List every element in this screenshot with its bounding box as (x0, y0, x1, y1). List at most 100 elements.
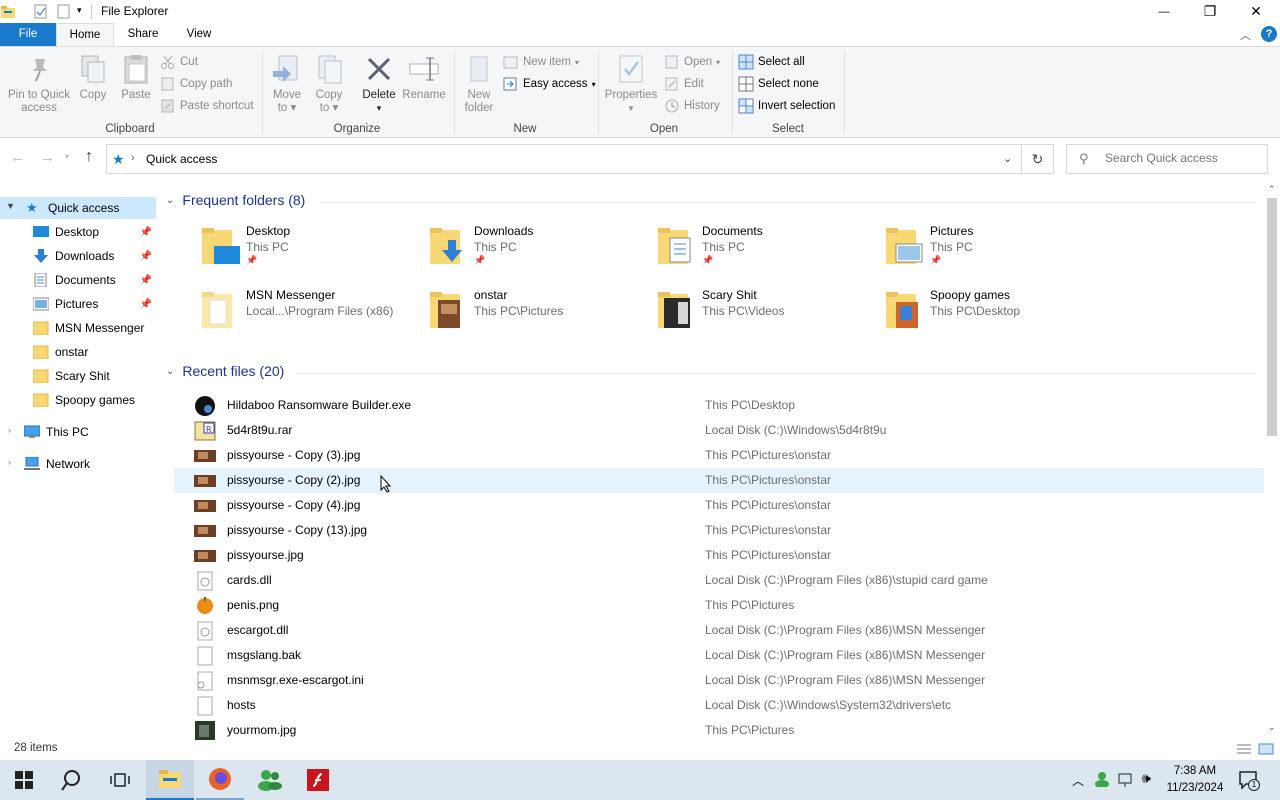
scroll-down-icon[interactable]: ⌄ (1268, 722, 1276, 733)
taskbar-file-explorer[interactable] (146, 760, 194, 800)
recent-file-row[interactable]: pissyourse - Copy (4).jpg This PC\Pictur… (174, 493, 1264, 518)
recent-locations-chevron-icon[interactable]: ▾ (65, 152, 69, 161)
minimize-button[interactable]: — (1141, 0, 1187, 23)
sidebar-item-msn-messenger[interactable]: MSN Messenger (0, 317, 156, 339)
new-folder-qat-icon[interactable] (57, 4, 71, 19)
move-to-button[interactable]: Move to ▾ (268, 53, 306, 115)
address-bar[interactable]: ★ › Quick access ⌄ (106, 144, 1022, 174)
sidebar-item-pictures[interactable]: Pictures 📌 (0, 293, 156, 315)
qat-dropdown-icon[interactable]: ▾ (77, 5, 82, 16)
paste-shortcut-button[interactable]: Paste shortcut (160, 97, 254, 115)
sidebar-item-scary-shit[interactable]: Scary Shit (0, 365, 156, 387)
recent-file-row[interactable]: hosts Local Disk (C:)\Windows\System32\d… (174, 693, 1264, 718)
select-none-button[interactable]: Select none (738, 75, 819, 93)
help-button[interactable]: ? (1261, 26, 1277, 42)
recent-file-row[interactable]: pissyourse - Copy (2).jpg This PC\Pictur… (174, 468, 1264, 493)
frequent-folders-header[interactable]: ⌄ Frequent folders (8) (166, 192, 305, 208)
png-icon (194, 596, 216, 616)
new-item-button[interactable]: New item ▾ (503, 53, 579, 71)
sidebar-item-network[interactable]: › Network (0, 453, 156, 475)
folder-tile-onstar[interactable]: onstar This PC\Pictures (428, 288, 648, 344)
properties-qat-icon[interactable] (34, 4, 48, 19)
folder-tile-documents[interactable]: Documents This PC 📌 (656, 224, 876, 280)
restore-button[interactable]: ❐ (1187, 0, 1233, 23)
scrollbar-thumb[interactable] (1267, 198, 1277, 436)
collapse-ribbon-icon[interactable]: ︿ (1240, 27, 1251, 43)
close-button[interactable]: ✕ (1233, 0, 1279, 23)
history-button[interactable]: History (664, 97, 720, 115)
back-arrow-icon[interactable]: ← (10, 149, 25, 166)
copy-path-button[interactable]: Copy path (160, 75, 232, 93)
cut-button[interactable]: Cut (160, 53, 198, 71)
taskbar-firefox[interactable] (196, 760, 244, 800)
up-arrow-icon[interactable]: ↑ (85, 148, 93, 166)
invert-selection-button[interactable]: Invert selection (738, 97, 835, 115)
tab-share[interactable]: Share (116, 23, 170, 46)
clock[interactable]: 7:38 AM 11/23/2024 (1164, 763, 1226, 797)
search-taskbar-button[interactable] (48, 760, 96, 800)
recent-file-row[interactable]: pissyourse - Copy (13).jpg This PC\Pictu… (174, 518, 1264, 543)
sidebar-item-quick-access[interactable]: ▼ ★ Quick access (0, 197, 156, 219)
select-all-button[interactable]: Select all (738, 53, 805, 71)
file-path: Local Disk (C:)\Windows\System32\drivers… (705, 698, 952, 712)
network-tray-icon[interactable] (1118, 772, 1136, 791)
pin-to-quick-access-button[interactable]: Pin to Quick access (4, 53, 74, 115)
edit-button[interactable]: Edit (664, 75, 704, 93)
refresh-button[interactable]: ↻ (1022, 144, 1054, 174)
volume-tray-icon[interactable]: 🕪 (1142, 770, 1151, 787)
show-hidden-icons-chevron[interactable]: ︿ (1072, 772, 1084, 789)
recent-file-row[interactable]: pissyourse - Copy (3).jpg This PC\Pictur… (174, 443, 1264, 468)
delete-button[interactable]: Delete ▾ (358, 53, 400, 115)
sidebar-item-downloads[interactable]: Downloads 📌 (0, 245, 156, 267)
easy-access-button[interactable]: Easy access ▾ (503, 75, 596, 93)
recent-file-row[interactable]: penis.png This PC\Pictures (174, 593, 1264, 618)
taskbar-msn-messenger[interactable] (246, 760, 294, 800)
scroll-up-icon[interactable]: ⌃ (1268, 184, 1276, 195)
recent-file-row[interactable]: msnmsgr.exe-escargot.ini Local Disk (C:)… (174, 668, 1264, 693)
recent-file-row[interactable]: R 5d4r8t9u.rar Local Disk (C:)\Windows\5… (174, 418, 1264, 443)
search-box[interactable]: ⚲ (1066, 144, 1268, 174)
details-view-icon[interactable] (1236, 742, 1252, 759)
action-center-button[interactable]: 1 (1238, 770, 1260, 792)
folder-tile-desktop[interactable]: Desktop This PC 📌 (200, 224, 420, 280)
explorer-app-icon[interactable] (0, 3, 16, 19)
select-none-icon (738, 76, 754, 92)
recent-files-header[interactable]: ⌄ Recent files (20) (166, 363, 284, 379)
sidebar-item-documents[interactable]: Documents 📌 (0, 269, 156, 291)
pin-icon: 📌 (930, 255, 942, 265)
recent-file-row[interactable]: msgslang.bak Local Disk (C:)\Program Fil… (174, 643, 1264, 668)
search-input[interactable] (1105, 151, 1255, 165)
folder-tile-pictures[interactable]: Pictures This PC 📌 (884, 224, 1104, 280)
copy-to-button[interactable]: Copy to ▾ (310, 53, 348, 115)
sidebar-item-spoopy-games[interactable]: Spoopy games (0, 389, 156, 411)
task-view-button[interactable] (96, 760, 144, 800)
properties-button[interactable]: Properties ▾ (602, 53, 660, 115)
folder-tile-downloads[interactable]: Downloads This PC 📌 (428, 224, 648, 280)
address-dropdown-icon[interactable]: ⌄ (1003, 152, 1012, 165)
large-icons-view-icon[interactable] (1258, 742, 1274, 759)
new-folder-button[interactable]: New folder (458, 53, 500, 115)
organize-group-label: Organize (333, 123, 381, 135)
taskbar-flash-player[interactable] (294, 760, 342, 800)
open-button[interactable]: Open ▾ (664, 53, 720, 71)
recent-file-row[interactable]: escargot.dll Local Disk (C:)\Program Fil… (174, 618, 1264, 643)
sidebar-item-this-pc[interactable]: › This PC (0, 421, 156, 443)
forward-arrow-icon[interactable]: → (40, 149, 55, 166)
copy-button[interactable]: Copy (76, 53, 110, 102)
folder-tile-msn-messenger[interactable]: MSN Messenger Local...\Program Files (x8… (200, 288, 420, 344)
recent-file-row[interactable]: pissyourse.jpg This PC\Pictures\onstar (174, 543, 1264, 568)
sidebar-item-onstar[interactable]: onstar (0, 341, 156, 363)
vertical-scrollbar[interactable]: ⌃ ⌄ (1264, 182, 1280, 738)
sidebar-item-desktop[interactable]: Desktop 📌 (0, 221, 156, 243)
start-button[interactable] (0, 760, 48, 800)
msn-tray-icon[interactable] (1094, 771, 1110, 790)
folder-tile-spoopy-games[interactable]: Spoopy games This PC\Desktop (884, 288, 1104, 344)
recent-file-row[interactable]: Hildaboo Ransomware Builder.exe This PC\… (174, 393, 1264, 418)
folder-tile-scary-shit[interactable]: Scary Shit This PC\Videos (656, 288, 876, 344)
tab-home[interactable]: Home (56, 23, 114, 46)
rename-button[interactable]: Rename (402, 53, 446, 102)
tab-view[interactable]: View (172, 23, 226, 46)
recent-file-row[interactable]: cards.dll Local Disk (C:)\Program Files … (174, 568, 1264, 593)
tab-file[interactable]: File (0, 23, 56, 46)
paste-button[interactable]: Paste (118, 53, 154, 102)
